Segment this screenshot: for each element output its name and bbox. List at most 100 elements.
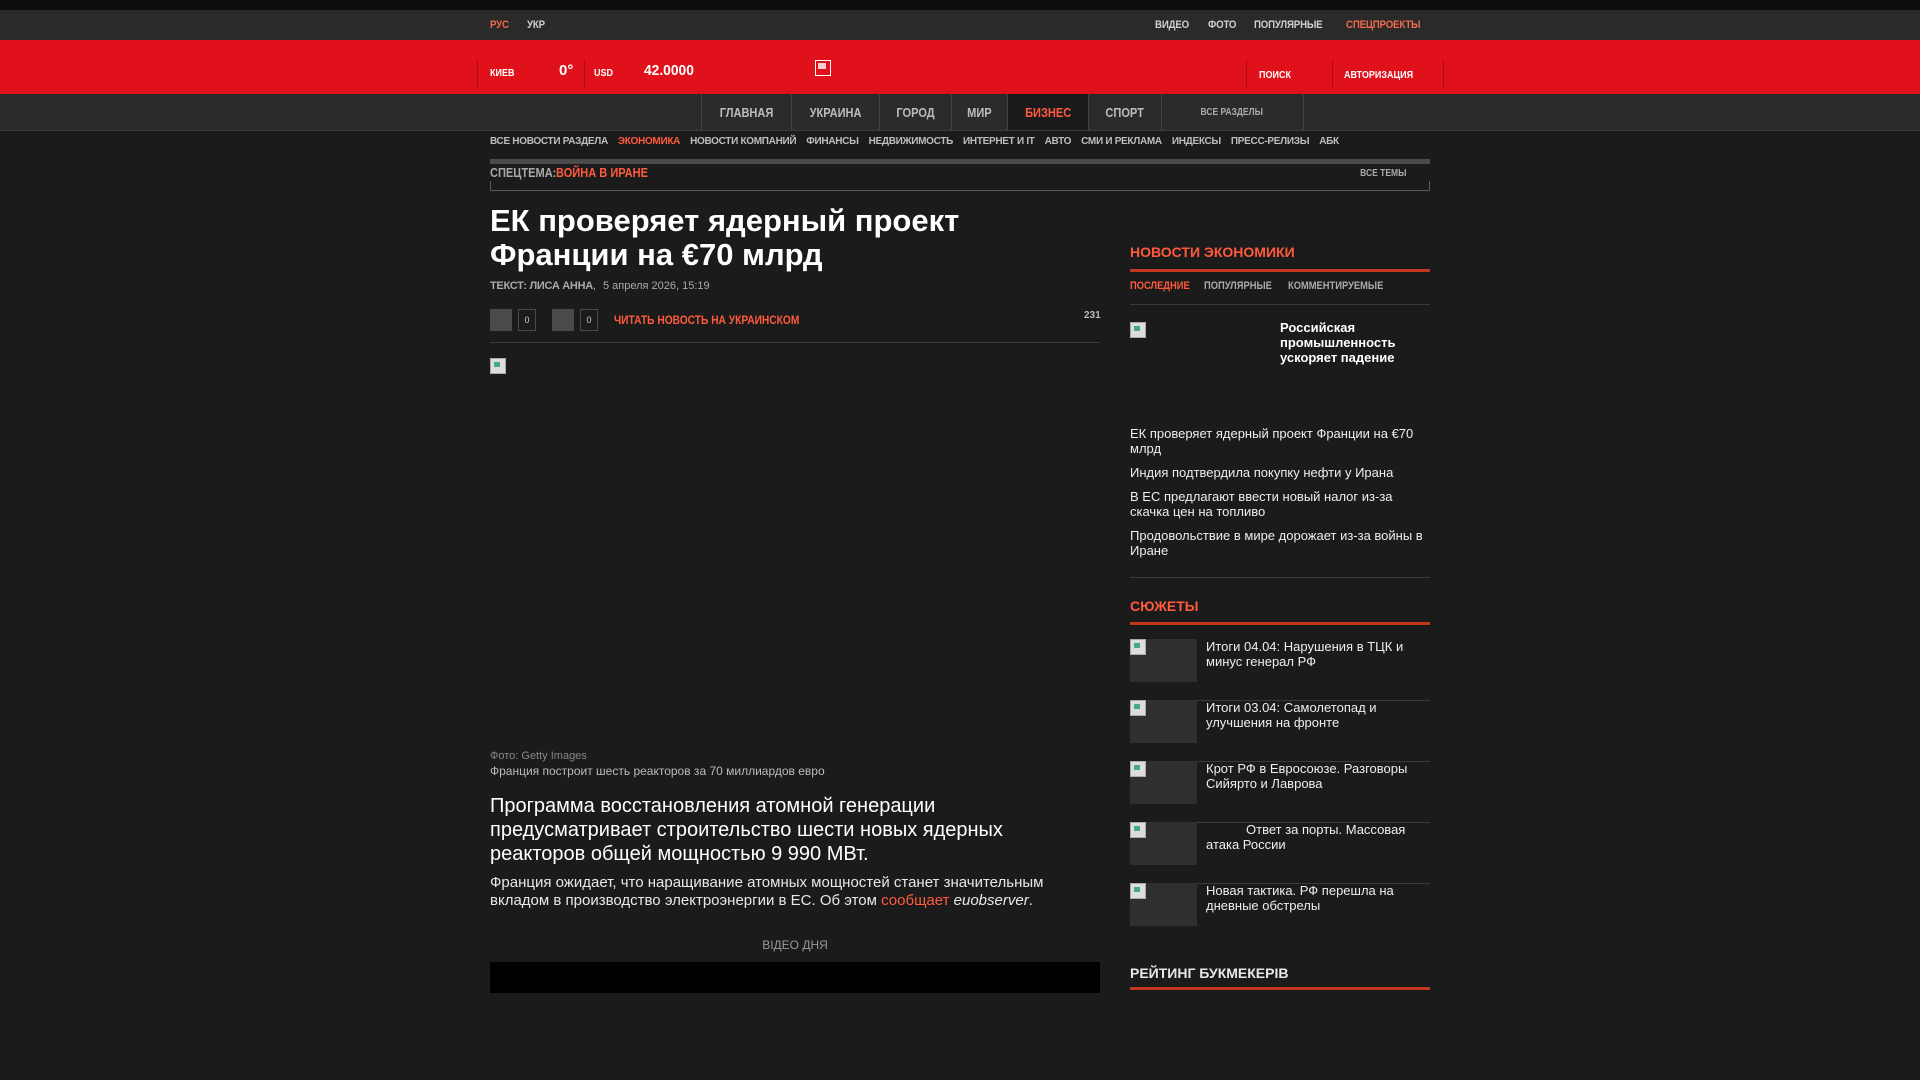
subnav-realty[interactable]: НЕДВИЖИМОСТЬ — [869, 136, 954, 152]
divider — [1130, 304, 1430, 305]
subnav-indexes[interactable]: ИНДЕКСЫ — [1172, 136, 1221, 152]
search-button[interactable]: ПОИСК — [1259, 70, 1291, 81]
economy-news-title[interactable]: НОВОСТИ ЭКОНОМИКИ — [1130, 244, 1295, 260]
stories-header: СЮЖЕТЫ — [1130, 598, 1430, 616]
subnav-finance[interactable]: ФИНАНСЫ — [806, 136, 859, 152]
article-lead: Программа восстановления атомной генерац… — [490, 795, 1003, 865]
lang-ru-link[interactable]: РУС — [490, 19, 509, 31]
paragraph-end: . — [1028, 892, 1033, 909]
nav-main[interactable]: ГЛАВНАЯ — [702, 94, 793, 130]
subnav-company-news[interactable]: НОВОСТИ КОМПАНИЙ — [690, 136, 797, 152]
auth-button[interactable]: АВТОРИЗАЦИЯ — [1344, 70, 1413, 81]
special-theme: СПЕЦТЕМА: ВОЙНА В ИРАНЕ ВСЕ ТЕМЫ — [490, 164, 1430, 181]
economy-news-header: НОВОСТИ ЭКОНОМИКИ — [1130, 244, 1430, 262]
story-title[interactable]: Итоги 04.04: Нарушения в ТЦК и минус ген… — [1206, 639, 1426, 669]
story-title[interactable]: Крот РФ в Евросоюзе. Разговоры Сийярто и… — [1206, 761, 1426, 791]
top-bar: РУС УКР ВИДЕО ФОТО ПОПУЛЯРНЫЕ СПЕЦПРОЕКТ… — [0, 10, 1920, 40]
nav-sport[interactable]: СПОРТ — [1089, 94, 1162, 130]
section-underline — [1130, 987, 1430, 990]
story-title[interactable]: Ответ за порты. Массовая атака России — [1206, 822, 1426, 852]
subnav-economy[interactable]: ЭКОНОМИКА — [618, 136, 680, 152]
special-theme-link[interactable]: ВОЙНА В ИРАНЕ — [556, 165, 648, 180]
currency-label[interactable]: USD — [594, 68, 613, 79]
special-projects-link[interactable]: СПЕЦПРОЕКТЫ — [1346, 19, 1421, 31]
article-date: 5 апреля 2026, 15:19 — [602, 280, 710, 292]
stories-title[interactable]: СЮЖЕТЫ — [1130, 598, 1198, 614]
share-count: 0 — [580, 309, 598, 331]
story-item[interactable]: Ответ за порты. Массовая атака России — [1130, 822, 1430, 884]
divider — [490, 342, 1100, 343]
image-icon — [1130, 639, 1146, 655]
tab-latest[interactable]: ПОСЛЕДНИЕ — [1130, 280, 1190, 292]
image-icon — [1130, 883, 1146, 899]
popular-link[interactable]: ПОПУЛЯРНЫЕ — [1254, 19, 1323, 31]
special-theme-frame — [490, 181, 1430, 191]
divider — [584, 59, 585, 89]
sub-nav: ВСЕ НОВОСТИ РАЗДЕЛА ЭКОНОМИКА НОВОСТИ КО… — [490, 136, 1339, 152]
article-paragraph: Франция ожидает, что наращивание атомных… — [490, 874, 1070, 910]
image-icon — [1130, 761, 1146, 777]
story-thumbnail[interactable] — [1130, 639, 1197, 682]
view-count: 231 — [1084, 310, 1101, 321]
divider — [1246, 59, 1247, 89]
photo-credit: Фото: Getty Images — [490, 750, 587, 762]
story-thumbnail[interactable] — [1130, 883, 1197, 926]
subnav-media[interactable]: СМИ И РЕКЛАМА — [1081, 136, 1162, 152]
nav-ukraine[interactable]: УКРАИНА — [792, 94, 881, 130]
news-list: ЕК проверяет ядерный проект Франции на €… — [1130, 426, 1430, 567]
image-icon — [1130, 700, 1146, 716]
subnav-press[interactable]: ПРЕСС-РЕЛИЗЫ — [1231, 136, 1310, 152]
tab-popular[interactable]: ПОПУЛЯРНЫЕ — [1204, 280, 1272, 292]
byline-comma: , — [592, 280, 599, 292]
video-player[interactable] — [490, 962, 1100, 993]
story-item[interactable]: Итоги 03.04: Самолетопад и улучшения на … — [1130, 700, 1430, 762]
source-link[interactable]: сообщает — [881, 892, 949, 909]
list-item[interactable]: В ЕС предлагают ввести новый налог из-за… — [1130, 489, 1430, 519]
top-strip — [0, 0, 1920, 10]
lang-ua-link[interactable]: УКР — [527, 19, 545, 31]
nav-business[interactable]: БИЗНЕС — [1008, 94, 1090, 130]
article-author[interactable]: ТЕКСТ: ЛИСА АННА — [490, 280, 593, 292]
news-tabs: ПОСЛЕДНИЕ ПОПУЛЯРНЫЕ КОММЕНТИРУЕМЫЕ — [1130, 280, 1390, 292]
city-label[interactable]: КИЕВ — [490, 68, 514, 79]
story-thumbnail[interactable] — [1130, 822, 1197, 865]
list-item[interactable]: ЕК проверяет ядерный проект Франции на €… — [1130, 426, 1430, 456]
video-of-day-label: ВІДЕО ДНЯ — [762, 938, 828, 952]
facebook-icon[interactable] — [490, 309, 512, 331]
article-byline: ТЕКСТ: ЛИСА АННА, 5 апреля 2026, 15:19 — [490, 280, 710, 292]
subnav-auto[interactable]: АВТО — [1045, 136, 1072, 152]
story-thumbnail[interactable] — [1130, 761, 1197, 804]
site-logo-icon[interactable] — [815, 60, 831, 76]
share-twitter[interactable]: 0 — [552, 309, 598, 331]
twitter-icon[interactable] — [552, 309, 574, 331]
photo-link[interactable]: ФОТО — [1208, 19, 1236, 31]
bookmakers-rating-title[interactable]: РЕЙТИНГ БУКМЕКЕРІВ — [1130, 965, 1288, 981]
nav-city[interactable]: ГОРОД — [880, 94, 953, 130]
share-count: 0 — [518, 309, 536, 331]
tab-commented[interactable]: КОММЕНТИРУЕМЫЕ — [1288, 280, 1383, 292]
video-link[interactable]: ВИДЕО — [1155, 19, 1189, 31]
subnav-all-news[interactable]: ВСЕ НОВОСТИ РАЗДЕЛА — [490, 136, 608, 152]
story-title[interactable]: Итоги 03.04: Самолетопад и улучшения на … — [1206, 700, 1426, 730]
list-item[interactable]: Продовольствие в мире дорожает из-за вой… — [1130, 528, 1430, 558]
story-title[interactable]: Новая тактика. РФ перешла на дневные обс… — [1206, 883, 1426, 913]
subnav-abk[interactable]: АБК — [1319, 136, 1339, 152]
nav-all-sections[interactable]: ВСЕ РАЗДЕЛЫ — [1162, 94, 1304, 130]
list-item[interactable]: Индия подтвердила покупку нефти у Ирана — [1130, 465, 1430, 480]
story-item[interactable]: Новая тактика. РФ перешла на дневные обс… — [1130, 883, 1430, 944]
subnav-internet-it[interactable]: ИНТЕРНЕТ И IT — [963, 136, 1035, 152]
all-themes-link[interactable]: ВСЕ ТЕМЫ — [1360, 168, 1406, 179]
featured-news-title[interactable]: Российская промышленность ускоряет паден… — [1280, 320, 1420, 365]
story-item[interactable]: Крот РФ в Евросоюзе. Разговоры Сийярто и… — [1130, 761, 1430, 823]
featured-image-icon[interactable] — [1130, 322, 1146, 338]
article-title: ЕК проверяет ядерный проект Франции на €… — [490, 203, 960, 272]
read-in-ukrainian-link[interactable]: ЧИТАТЬ НОВОСТЬ НА УКРАИНСКОМ — [614, 313, 799, 327]
story-thumbnail[interactable] — [1130, 700, 1197, 743]
story-item[interactable]: Итоги 04.04: Нарушения в ТЦК и минус ген… — [1130, 639, 1430, 701]
nav-world[interactable]: МИР — [952, 94, 1008, 130]
rating-header: РЕЙТИНГ БУКМЕКЕРІВ — [1130, 965, 1430, 983]
currency-rate: 42.0000 — [644, 62, 694, 79]
special-theme-label: СПЕЦТЕМА: — [490, 165, 557, 180]
share-facebook[interactable]: 0 — [490, 309, 536, 331]
divider — [1443, 59, 1444, 89]
